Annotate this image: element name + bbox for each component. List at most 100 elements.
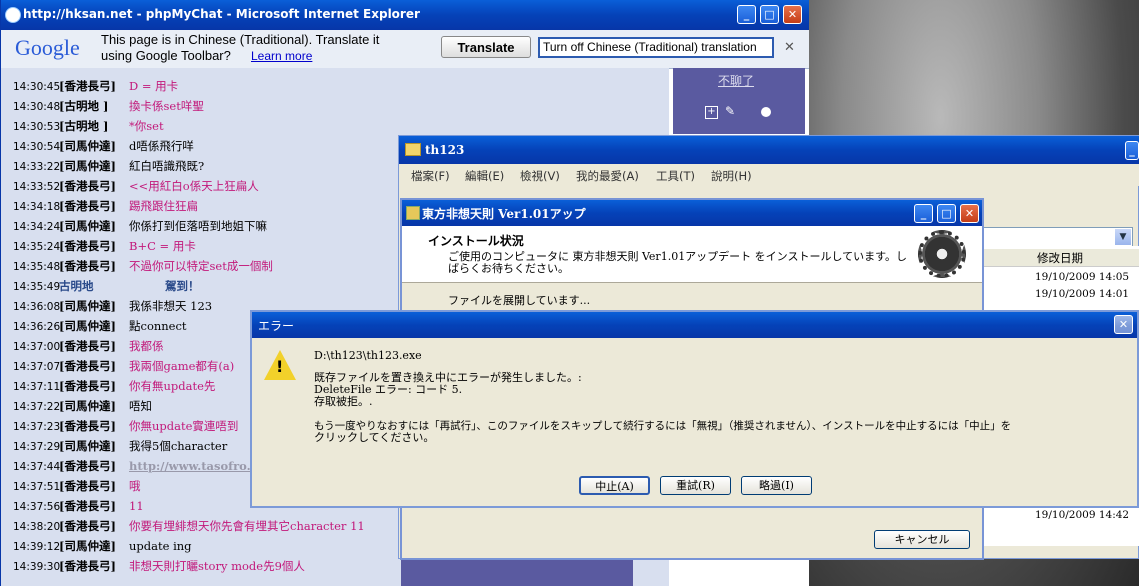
installer-header: インストール状況 ご使用のコンピュータに 東方非想天則 Ver1.01アップデー… <box>402 226 982 283</box>
chat-message: 14:30:48[古明地 ] 換卡係set咩聖 <box>13 96 204 116</box>
menu-favorites[interactable]: 我的最愛(A) <box>576 168 639 184</box>
chat-message: 14:39:12[司馬仲達] update ing <box>13 536 192 556</box>
explorer-title: th123 <box>425 143 465 157</box>
chat-message: 14:37:07[香港長弓] 我兩個game都有(a) <box>13 356 234 376</box>
chat-timestamp: 14:35:24 <box>13 241 61 253</box>
chat-timestamp: 14:36:08 <box>13 301 61 313</box>
chat-username: [香港長弓] <box>59 339 116 353</box>
chat-message: 14:30:53[古明地 ] *你set <box>13 116 164 136</box>
pin-icon[interactable]: ✎ <box>725 104 735 118</box>
chat-message: 14:35:48[香港長弓] 不過你可以特定set成一個制 <box>13 256 273 276</box>
close-button[interactable]: ✕ <box>783 5 802 24</box>
chat-message: 14:33:52[香港長弓] <<用紅白o係天上狂扁人 <box>13 176 259 196</box>
chat-username: [香港長弓] <box>59 359 116 373</box>
menu-edit[interactable]: 編輯(E) <box>465 168 504 184</box>
chat-username: [香港長弓] <box>59 419 116 433</box>
chat-message: 14:37:11[香港長弓] 你有無update先 <box>13 376 215 396</box>
google-translate-bar: Google This page is in Chinese (Traditio… <box>1 30 809 69</box>
chat-timestamp: 14:37:11 <box>13 381 61 393</box>
ignore-button[interactable]: 略過(I) <box>741 476 812 495</box>
leave-chat-link[interactable]: 不聊了 <box>718 72 754 89</box>
add-icon[interactable]: + <box>705 106 718 119</box>
chat-text: 踢飛跟住狂扁 <box>129 199 198 213</box>
chat-username: [香港長弓] <box>59 479 116 493</box>
chat-text: 我都係 <box>129 339 164 353</box>
error-path: D:\th123\th123.exe <box>314 349 422 362</box>
chat-text: 唔知 <box>129 399 152 413</box>
chat-timestamp: 14:33:52 <box>13 181 61 193</box>
chat-message: 14:37:23[香港長弓] 你無update實連唔到 <box>13 416 238 436</box>
chat-text[interactable]: http://www.tasofro. <box>129 459 251 473</box>
chat-username: [古明地 ] <box>59 99 109 113</box>
retry-button[interactable]: 重試(R) <box>660 476 731 495</box>
file-date: 19/10/2009 14:01 <box>1035 288 1130 300</box>
chat-username: [香港長弓] <box>59 79 116 93</box>
chat-username: [香港長弓] <box>59 259 116 273</box>
chat-timestamp: 14:37:23 <box>13 421 61 433</box>
chat-timestamp: 14:37:07 <box>13 361 61 373</box>
chat-username: [香港長弓] <box>59 199 116 213</box>
maximize-button[interactable]: □ <box>760 5 779 24</box>
chat-username: [香港長弓] <box>59 179 116 193</box>
chat-message: 14:30:45[香港長弓] D = 用卡 <box>13 76 178 96</box>
chat-text: 換卡係set咩聖 <box>129 99 204 113</box>
installer-maximize-button[interactable]: □ <box>937 204 956 223</box>
translate-message-line1: This page is in Chinese (Traditional). T… <box>101 32 380 47</box>
turn-off-translation-button[interactable]: Turn off Chinese (Traditional) translati… <box>538 37 774 58</box>
chat-message: 14:37:29[司馬仲達] 我得5個character <box>13 436 227 456</box>
close-toolbar-icon[interactable]: ✕ <box>784 40 795 55</box>
chat-username: [香港長弓] <box>59 459 116 473</box>
chat-text: 非想天則打曬story mode先9個人 <box>129 559 305 573</box>
column-header-modified[interactable]: 修改日期 <box>983 249 1139 267</box>
installer-minimize-button[interactable]: _ <box>914 204 933 223</box>
chat-username: [香港長弓] <box>59 379 116 393</box>
ie-titlebar[interactable]: http://hksan.net - phpMyChat - Microsoft… <box>1 0 809 30</box>
menu-tools[interactable]: 工具(T) <box>656 168 695 184</box>
menu-file[interactable]: 檔案(F) <box>411 168 450 184</box>
chat-text: 不過你可以特定set成一個制 <box>129 259 273 273</box>
error-close-button[interactable]: ✕ <box>1114 315 1133 334</box>
chat-timestamp: 14:39:12 <box>13 541 61 553</box>
minimize-button[interactable]: _ <box>737 5 756 24</box>
status-dot-icon[interactable] <box>761 107 771 117</box>
chat-timestamp: 14:33:22 <box>13 161 61 173</box>
error-dialog: エラー ✕ ! D:\th123\th123.exe 既存ファイルを置き換え中に… <box>250 310 1139 508</box>
chat-message: 14:34:24[司馬仲達] 你係打到佢落唔到地姐下嘛 <box>13 216 267 236</box>
installer-icon <box>406 206 420 220</box>
menu-help[interactable]: 說明(H) <box>711 168 752 184</box>
explorer-titlebar[interactable]: th123 _ <box>399 136 1139 164</box>
chat-message: 14:36:26[司馬仲達] 點connect <box>13 316 187 336</box>
chat-text: 哦 <box>129 479 141 493</box>
cancel-button[interactable]: キャンセル <box>874 530 970 549</box>
installer-close-button[interactable]: ✕ <box>960 204 979 223</box>
google-logo: Google <box>15 35 80 60</box>
chat-timestamp: 14:34:18 <box>13 201 61 213</box>
error-line5: クリックしてください。 <box>314 431 435 444</box>
installer-titlebar[interactable]: 東方非想天則 Ver1.01アップ _ □ ✕ <box>402 200 982 226</box>
chat-text: 你無update實連唔到 <box>129 419 239 433</box>
warning-exclamation-icon: ! <box>276 357 284 376</box>
error-line3: 存取被拒。. <box>314 395 373 408</box>
chat-timestamp: 14:37:00 <box>13 341 61 353</box>
chat-timestamp: 14:37:29 <box>13 441 61 453</box>
chat-timestamp: 14:36:26 <box>13 321 61 333</box>
chat-message: 14:35:24[香港長弓] B+C = 用卡 <box>13 236 196 256</box>
address-dropdown[interactable]: ▼ <box>983 227 1133 247</box>
chat-text: 我得5個character <box>129 439 228 453</box>
chat-timestamp: 14:37:22 <box>13 401 61 413</box>
error-titlebar[interactable]: エラー ✕ <box>252 312 1137 338</box>
ie-window-title: http://hksan.net - phpMyChat - Microsoft… <box>23 7 420 21</box>
chat-message: 14:30:54[司馬仲達] d唔係飛行咩 <box>13 136 194 156</box>
menu-view[interactable]: 檢視(V) <box>520 168 560 184</box>
chat-username: [香港長弓] <box>59 499 116 513</box>
chat-text: 你係打到佢落唔到地姐下嘛 <box>129 219 267 233</box>
chat-timestamp: 14:30:45 <box>13 81 61 93</box>
abort-button[interactable]: 中止(A) <box>579 476 650 495</box>
chat-username: [司馬仲達] <box>59 539 116 553</box>
learn-more-link[interactable]: Learn more <box>251 49 312 63</box>
chevron-down-icon[interactable]: ▼ <box>1115 229 1131 245</box>
chat-text: D = 用卡 <box>129 79 179 93</box>
translate-button[interactable]: Translate <box>441 36 531 58</box>
explorer-minimize-button[interactable]: _ <box>1125 141 1139 160</box>
chat-timestamp: 14:37:44 <box>13 461 61 473</box>
